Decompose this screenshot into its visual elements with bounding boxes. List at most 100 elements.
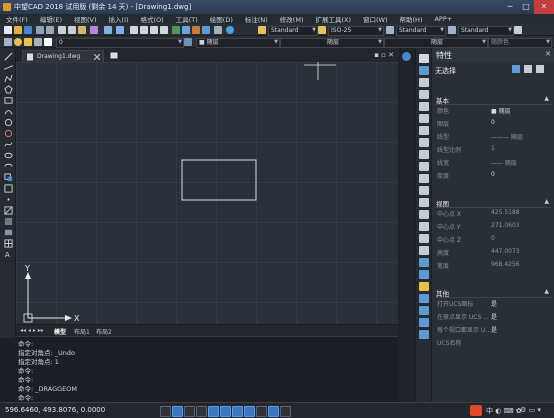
fillet-icon[interactable] bbox=[419, 246, 429, 255]
dim-style-select[interactable]: ISO-25 ▼ bbox=[328, 26, 384, 36]
prop-row-color[interactable]: 颜色 ■ 随层 bbox=[435, 105, 551, 115]
new-file-icon[interactable] bbox=[4, 26, 12, 34]
cut-icon[interactable] bbox=[58, 26, 66, 34]
explode-icon[interactable] bbox=[419, 258, 429, 267]
save-icon[interactable] bbox=[24, 26, 32, 34]
break-at-point-icon[interactable] bbox=[419, 198, 429, 207]
join-icon[interactable] bbox=[419, 222, 429, 231]
multileader-style-select[interactable]: Standard ▼ bbox=[458, 26, 514, 36]
color-select[interactable]: ■ 随层 ▼ bbox=[196, 38, 280, 48]
open-folder-icon[interactable] bbox=[14, 26, 22, 34]
properties-match-icon[interactable] bbox=[419, 318, 429, 327]
make-current-layer-icon[interactable] bbox=[184, 38, 192, 46]
drawing-canvas[interactable]: Y X bbox=[16, 62, 398, 324]
chamfer-icon[interactable] bbox=[419, 234, 429, 243]
tab-layout1[interactable]: 布局1 bbox=[74, 327, 90, 336]
line-tool-icon[interactable] bbox=[3, 52, 13, 61]
hatch-tool-icon[interactable] bbox=[3, 206, 13, 215]
help-icon[interactable] bbox=[226, 26, 234, 34]
spline-tool-icon[interactable] bbox=[3, 140, 13, 149]
erase-icon[interactable] bbox=[419, 54, 429, 63]
print-icon[interactable] bbox=[36, 26, 44, 34]
status-settings-icons[interactable]: ⚙ ▭ ▾ bbox=[520, 406, 541, 414]
multiline-text-icon[interactable]: A bbox=[3, 250, 13, 259]
tool-palette-icon[interactable] bbox=[192, 26, 200, 34]
move-icon[interactable] bbox=[419, 114, 429, 123]
menu-extend-tools[interactable]: 扩展工具(X) bbox=[309, 14, 357, 24]
menu-format[interactable]: 格式(O) bbox=[135, 14, 170, 24]
new-tab-icon[interactable] bbox=[110, 52, 118, 59]
zoom-realtime-icon[interactable] bbox=[140, 26, 148, 34]
snap-mode-icon[interactable] bbox=[160, 406, 171, 417]
toggle-pickadd-icon[interactable] bbox=[512, 65, 520, 73]
selection-combo[interactable]: 无选择 bbox=[435, 66, 456, 76]
lineweight-select[interactable]: 随层 ▼ bbox=[384, 38, 488, 48]
make-block-icon[interactable] bbox=[3, 184, 13, 193]
break-icon[interactable] bbox=[419, 210, 429, 219]
undo-icon[interactable] bbox=[104, 26, 112, 34]
prop-row-layer[interactable]: 图层 0 bbox=[435, 118, 551, 128]
style-settings-icon[interactable] bbox=[514, 26, 522, 34]
point-tool-icon[interactable] bbox=[3, 195, 13, 204]
prop-row-linetype-scale[interactable]: 线型比例 1 bbox=[435, 144, 551, 154]
match-properties-icon[interactable] bbox=[90, 26, 98, 34]
prop-row-linetype[interactable]: 线型 ——— 随层 bbox=[435, 131, 551, 141]
calculator-icon[interactable] bbox=[202, 26, 210, 34]
ortho-mode-icon[interactable] bbox=[184, 406, 195, 417]
menu-app[interactable]: APP+ bbox=[428, 15, 458, 23]
menu-file[interactable]: 文件(F) bbox=[0, 14, 34, 24]
tab-layout2[interactable]: 布局2 bbox=[96, 327, 112, 336]
construction-line-icon[interactable] bbox=[3, 63, 13, 72]
array-icon[interactable] bbox=[419, 102, 429, 111]
plot-style-select[interactable]: 随颜色 ▼ bbox=[488, 38, 552, 48]
arc-tool-icon[interactable] bbox=[3, 107, 13, 116]
polar-tracking-icon[interactable] bbox=[196, 406, 207, 417]
copy-object-icon[interactable] bbox=[419, 66, 429, 75]
group-icon[interactable] bbox=[419, 306, 429, 315]
zoom-window-icon[interactable] bbox=[150, 26, 158, 34]
ellipse-arc-icon[interactable] bbox=[3, 162, 13, 171]
command-window[interactable]: 命令: 指定对角点: _Undo 指定对角点: 1 命令: 命令: 命令: _D… bbox=[16, 336, 398, 402]
ellipse-tool-icon[interactable] bbox=[3, 151, 13, 160]
select-objects-icon[interactable] bbox=[524, 65, 532, 73]
section-basic[interactable]: 基本 ▲ bbox=[435, 94, 551, 105]
dynamic-input-icon[interactable] bbox=[244, 406, 255, 417]
region-tool-icon[interactable] bbox=[3, 228, 13, 237]
prop-row-lineweight[interactable]: 线宽 —— 随层 bbox=[435, 157, 551, 167]
dynamic-ucs-icon[interactable] bbox=[232, 406, 243, 417]
section-other[interactable]: 其他 ▲ bbox=[435, 287, 551, 298]
menu-draw[interactable]: 绘图(D) bbox=[204, 14, 239, 24]
navigation-wheel-icon[interactable] bbox=[402, 52, 411, 61]
gradient-tool-icon[interactable] bbox=[3, 217, 13, 226]
input-method-tray-icons[interactable]: 中 ◐ ⌨ ✿ bbox=[486, 406, 522, 416]
layer-manager-icon[interactable] bbox=[4, 38, 12, 46]
menu-view[interactable]: 视图(V) bbox=[68, 14, 103, 24]
polygon-tool-icon[interactable] bbox=[3, 85, 13, 94]
polyline-tool-icon[interactable] bbox=[3, 74, 13, 83]
object-snap-icon[interactable] bbox=[208, 406, 219, 417]
scale-icon[interactable] bbox=[419, 138, 429, 147]
properties-icon[interactable] bbox=[172, 26, 180, 34]
align-icon[interactable] bbox=[419, 282, 429, 291]
menu-modify[interactable]: 修改(M) bbox=[274, 14, 310, 24]
prop-row-ucs-at-origin[interactable]: 在原点显示 UCS ... 是 bbox=[435, 311, 551, 321]
linetype-select[interactable]: 随层 ▼ bbox=[280, 38, 384, 48]
text-style-select[interactable]: Standard ▼ bbox=[268, 26, 318, 36]
markup-icon[interactable] bbox=[214, 26, 222, 34]
menu-window[interactable]: 窗口(W) bbox=[357, 14, 394, 24]
lengthen-icon[interactable] bbox=[419, 162, 429, 171]
command-prompt[interactable]: 命令: bbox=[18, 392, 33, 402]
prop-row-ucs-icon-on[interactable]: 打开UCS图标是 bbox=[435, 298, 551, 308]
offset-icon[interactable] bbox=[419, 90, 429, 99]
design-center-icon[interactable] bbox=[182, 26, 190, 34]
close-tab-icon[interactable] bbox=[94, 54, 100, 60]
canvas-window-controls[interactable]: ▪ ▫ ✕ bbox=[374, 51, 394, 59]
insert-block-icon[interactable] bbox=[3, 173, 13, 182]
menu-tools[interactable]: 工具(T) bbox=[170, 14, 204, 24]
layer-isolate-icon[interactable] bbox=[419, 330, 429, 339]
object-snap-tracking-icon[interactable] bbox=[220, 406, 231, 417]
quick-properties-icon[interactable] bbox=[268, 406, 279, 417]
input-method-logo-icon[interactable] bbox=[470, 405, 482, 416]
extend-icon[interactable] bbox=[419, 186, 429, 195]
pan-icon[interactable] bbox=[130, 26, 138, 34]
